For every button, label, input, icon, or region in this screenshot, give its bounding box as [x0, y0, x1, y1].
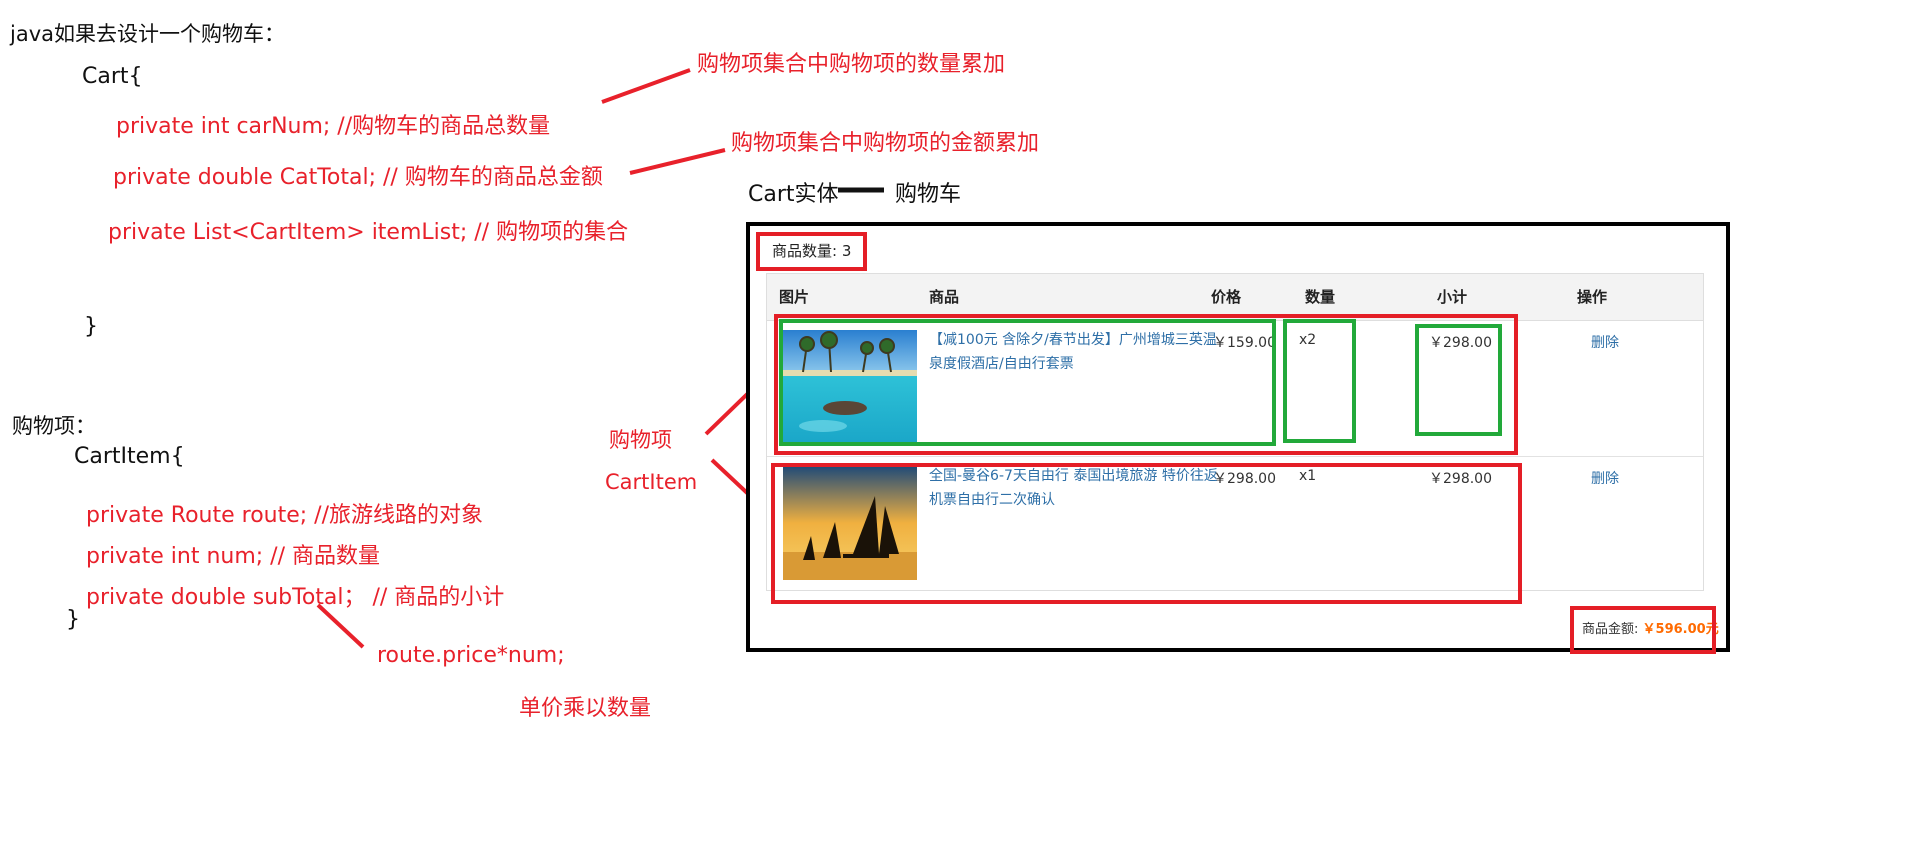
cart-class-open: Cart{: [82, 64, 143, 89]
delete-link-2[interactable]: 删除: [1591, 468, 1619, 488]
entity-label: Cart实体: [748, 182, 839, 207]
subtotal-formula-note: 单价乘以数量: [519, 696, 652, 721]
arrow-amount-sum: [629, 148, 726, 175]
cart-field-itemlist: private List<CartItem> itemList; // 购物项的…: [108, 220, 629, 245]
entity-target: 购物车: [895, 182, 962, 207]
highlight-num: [1283, 319, 1356, 443]
header-price: 价格: [1211, 288, 1242, 306]
cartitem-class-close: }: [66, 607, 80, 632]
design-heading: java如果去设计一个购物车：: [10, 22, 285, 46]
cartitem-field-subtotal: private double subTotal； // 商品的小计: [86, 585, 505, 610]
highlight-subtotal: [1415, 324, 1502, 436]
cartitem-field-num: private int num; // 商品数量: [86, 544, 380, 569]
cart-field-carnum: private int carNum; //购物车的商品总数量: [116, 114, 551, 139]
header-qty: 数量: [1305, 288, 1336, 306]
arrow-count-sum: [601, 68, 691, 104]
highlight-route: [779, 319, 1276, 446]
cart-field-cattotal: private double CatTotal; // 购物车的商品总金额: [113, 165, 603, 190]
annotation-cartitem-cn: 购物项: [609, 428, 672, 452]
highlight-cartitem-2: [771, 463, 1522, 604]
cart-class-close: }: [84, 314, 98, 339]
cartitem-field-route: private Route route; //旅游线路的对象: [86, 503, 483, 528]
annotation-cartitem-en: CartItem: [605, 470, 698, 494]
subtotal-formula: route.price*num;: [377, 643, 565, 668]
header-action: 操作: [1577, 288, 1608, 306]
highlight-item-count: [756, 232, 867, 271]
annotation-count-sum: 购物项集合中购物项的数量累加: [697, 52, 1006, 77]
arrow-subtotal: [316, 603, 365, 649]
annotation-amount-sum: 购物项集合中购物项的金额累加: [731, 131, 1040, 156]
delete-link-1[interactable]: 删除: [1591, 332, 1619, 352]
cartitem-heading: 购物项：: [12, 414, 96, 438]
highlight-total: [1570, 606, 1716, 654]
row-divider: [767, 456, 1703, 457]
header-product: 商品: [929, 288, 960, 306]
cartitem-class-open: CartItem{: [74, 444, 185, 469]
header-subtotal: 小计: [1437, 288, 1468, 306]
header-image: 图片: [779, 288, 810, 306]
